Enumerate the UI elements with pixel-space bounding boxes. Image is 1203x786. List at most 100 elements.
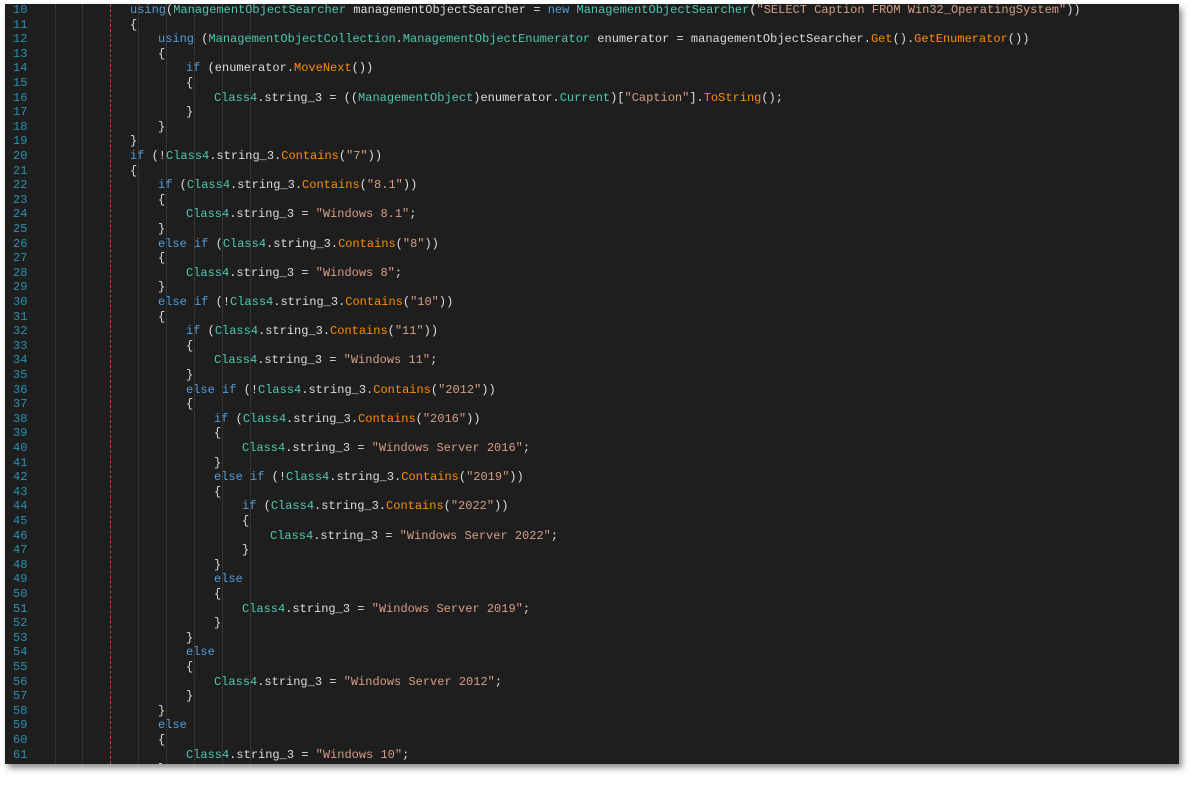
code-line[interactable]: 46 Class4.string_3 = "Windows Server 2022… bbox=[5, 529, 1179, 544]
code-token: "11" bbox=[394, 324, 424, 339]
code-line[interactable]: 35} bbox=[5, 368, 1179, 383]
code-line[interactable]: 28 Class4.string_3 = "Windows 8"; bbox=[5, 266, 1179, 281]
code-text: } bbox=[186, 631, 193, 646]
code-line[interactable]: 30 else if (!Class4.string_3.Contains("10… bbox=[5, 295, 1179, 310]
code-line[interactable]: 56 Class4.string_3 = "Windows Server 2012… bbox=[5, 675, 1179, 690]
code-line[interactable]: 12 using (ManagementObjectCollection.Mana… bbox=[5, 32, 1179, 47]
code-line[interactable]: 37 { bbox=[5, 397, 1179, 412]
code-text: } bbox=[158, 762, 165, 764]
code-line[interactable]: 62} bbox=[5, 762, 1179, 764]
code-line[interactable]: 59 else bbox=[5, 718, 1179, 733]
code-line[interactable]: 47} bbox=[5, 543, 1179, 558]
code-token: Class4 bbox=[242, 411, 287, 426]
code-token: Class4 bbox=[270, 499, 315, 514]
code-line[interactable]: 55 { bbox=[5, 660, 1179, 675]
code-token: "Windows Server 2012" bbox=[343, 674, 495, 689]
code-line[interactable]: 17} bbox=[5, 105, 1179, 120]
code-token: .string_3 = (( bbox=[257, 90, 359, 105]
code-token: .string_3. bbox=[301, 382, 374, 397]
code-line[interactable]: 53} bbox=[5, 631, 1179, 646]
code-line[interactable]: 21 { bbox=[5, 164, 1179, 179]
code-editor[interactable]: 10 using(ManagementObjectSearcher managem… bbox=[5, 4, 1179, 764]
code-line[interactable]: 48} bbox=[5, 558, 1179, 573]
code-line[interactable]: 45 { bbox=[5, 514, 1179, 529]
code-text: Class4.string_3 = "Windows Server 2019"; bbox=[242, 602, 530, 617]
code-token: Contains bbox=[401, 470, 459, 485]
code-line[interactable]: 18} bbox=[5, 120, 1179, 135]
code-token: "2012" bbox=[438, 382, 482, 397]
code-line[interactable]: 31 { bbox=[5, 310, 1179, 325]
code-token: .string_3. bbox=[230, 178, 303, 193]
line-number: 42 bbox=[13, 470, 28, 485]
code-line[interactable]: 60 { bbox=[5, 733, 1179, 748]
line-number: 25 bbox=[13, 222, 28, 236]
code-token: } bbox=[214, 455, 222, 470]
code-token: .string_3. bbox=[209, 149, 282, 163]
code-line[interactable]: 24 Class4.string_3 = "Windows 8.1"; bbox=[5, 207, 1179, 222]
code-line[interactable]: 10 using(ManagementObjectSearcher managem… bbox=[5, 4, 1179, 18]
code-line[interactable]: 40 Class4.string_3 = "Windows Server 2016… bbox=[5, 441, 1179, 456]
code-line[interactable]: 34 Class4.string_3 = "Windows 11"; bbox=[5, 353, 1179, 368]
code-line[interactable]: 11 { bbox=[5, 18, 1179, 33]
code-token: "2019" bbox=[466, 470, 510, 485]
code-token: ; bbox=[550, 528, 559, 543]
code-token: Contains bbox=[358, 411, 416, 426]
code-line[interactable]: 38 if (Class4.string_3.Contains("2016")) bbox=[5, 412, 1179, 427]
code-token: .string_3 = bbox=[285, 441, 372, 455]
code-line[interactable]: 22 if (Class4.string_3.Contains("8.1")) bbox=[5, 178, 1179, 193]
line-number: 31 bbox=[13, 309, 28, 324]
code-line[interactable]: 44 if (Class4.string_3.Contains("2022")) bbox=[5, 499, 1179, 514]
code-token: Class4 bbox=[270, 528, 314, 543]
code-line[interactable]: 27 { bbox=[5, 251, 1179, 266]
code-text: } bbox=[214, 616, 221, 631]
code-text: using(ManagementObjectSearcher managemen… bbox=[130, 4, 1081, 18]
code-text: { bbox=[158, 733, 165, 748]
code-token: Contains bbox=[345, 295, 403, 309]
code-line[interactable]: 13 { bbox=[5, 47, 1179, 62]
code-text: if (Class4.string_3.Contains("2016")) bbox=[214, 412, 480, 427]
code-line[interactable]: 57} bbox=[5, 689, 1179, 704]
code-line[interactable]: 15 { bbox=[5, 76, 1179, 91]
code-token: } bbox=[186, 630, 194, 645]
code-line[interactable]: 52} bbox=[5, 616, 1179, 631]
code-line[interactable]: 20 if (!Class4.string_3.Contains("7")) bbox=[5, 149, 1179, 164]
line-number: 24 bbox=[13, 207, 28, 222]
code-line[interactable]: 26 else if (Class4.string_3.Contains("8")… bbox=[5, 237, 1179, 252]
code-line[interactable]: 32 if (Class4.string_3.Contains("11")) bbox=[5, 324, 1179, 339]
code-line[interactable]: 23 { bbox=[5, 193, 1179, 208]
code-line[interactable]: 50 { bbox=[5, 587, 1179, 602]
code-text: { bbox=[214, 485, 221, 500]
code-line[interactable]: 61 Class4.string_3 = "Windows 10"; bbox=[5, 748, 1179, 763]
code-text: if (Class4.string_3.Contains("8.1")) bbox=[158, 178, 417, 193]
code-token: ; bbox=[402, 747, 410, 762]
code-token: "SELECT Caption FROM Win32_OperatingSyst… bbox=[756, 4, 1067, 17]
code-line[interactable]: 51 Class4.string_3 = "Windows Server 2019… bbox=[5, 602, 1179, 617]
code-line[interactable]: 49 else bbox=[5, 572, 1179, 587]
code-line[interactable]: 43 { bbox=[5, 485, 1179, 500]
code-text: else bbox=[186, 645, 215, 660]
code-line[interactable]: 42 else if (!Class4.string_3.Contains("20… bbox=[5, 470, 1179, 485]
line-number: 38 bbox=[13, 411, 28, 426]
code-line[interactable]: 58} bbox=[5, 704, 1179, 719]
code-line[interactable]: 39 { bbox=[5, 426, 1179, 441]
code-line[interactable]: 33 { bbox=[5, 339, 1179, 354]
code-token: "Windows 8.1" bbox=[315, 207, 410, 222]
line-number: 47 bbox=[13, 543, 28, 558]
code-line[interactable]: 41} bbox=[5, 456, 1179, 471]
code-line[interactable]: 16 Class4.string_3 = ((ManagementObject)e… bbox=[5, 91, 1179, 106]
code-token: } bbox=[186, 689, 194, 704]
code-token: Class4 bbox=[258, 382, 302, 397]
code-text: { bbox=[130, 164, 137, 179]
code-token: { bbox=[130, 17, 138, 32]
code-token: (); bbox=[761, 90, 783, 105]
code-token: else if bbox=[158, 236, 209, 251]
code-line[interactable]: 54 else bbox=[5, 645, 1179, 660]
code-line[interactable]: 29} bbox=[5, 280, 1179, 295]
code-line[interactable]: 14 if (enumerator.MoveNext()) bbox=[5, 61, 1179, 76]
code-token: else bbox=[158, 718, 187, 733]
code-text: { bbox=[186, 76, 193, 91]
code-line[interactable]: 36 else if (!Class4.string_3.Contains("20… bbox=[5, 383, 1179, 398]
code-text: else if (!Class4.string_3.Contains("10")… bbox=[158, 295, 453, 310]
code-line[interactable]: 25} bbox=[5, 222, 1179, 237]
code-line[interactable]: 19} bbox=[5, 134, 1179, 149]
